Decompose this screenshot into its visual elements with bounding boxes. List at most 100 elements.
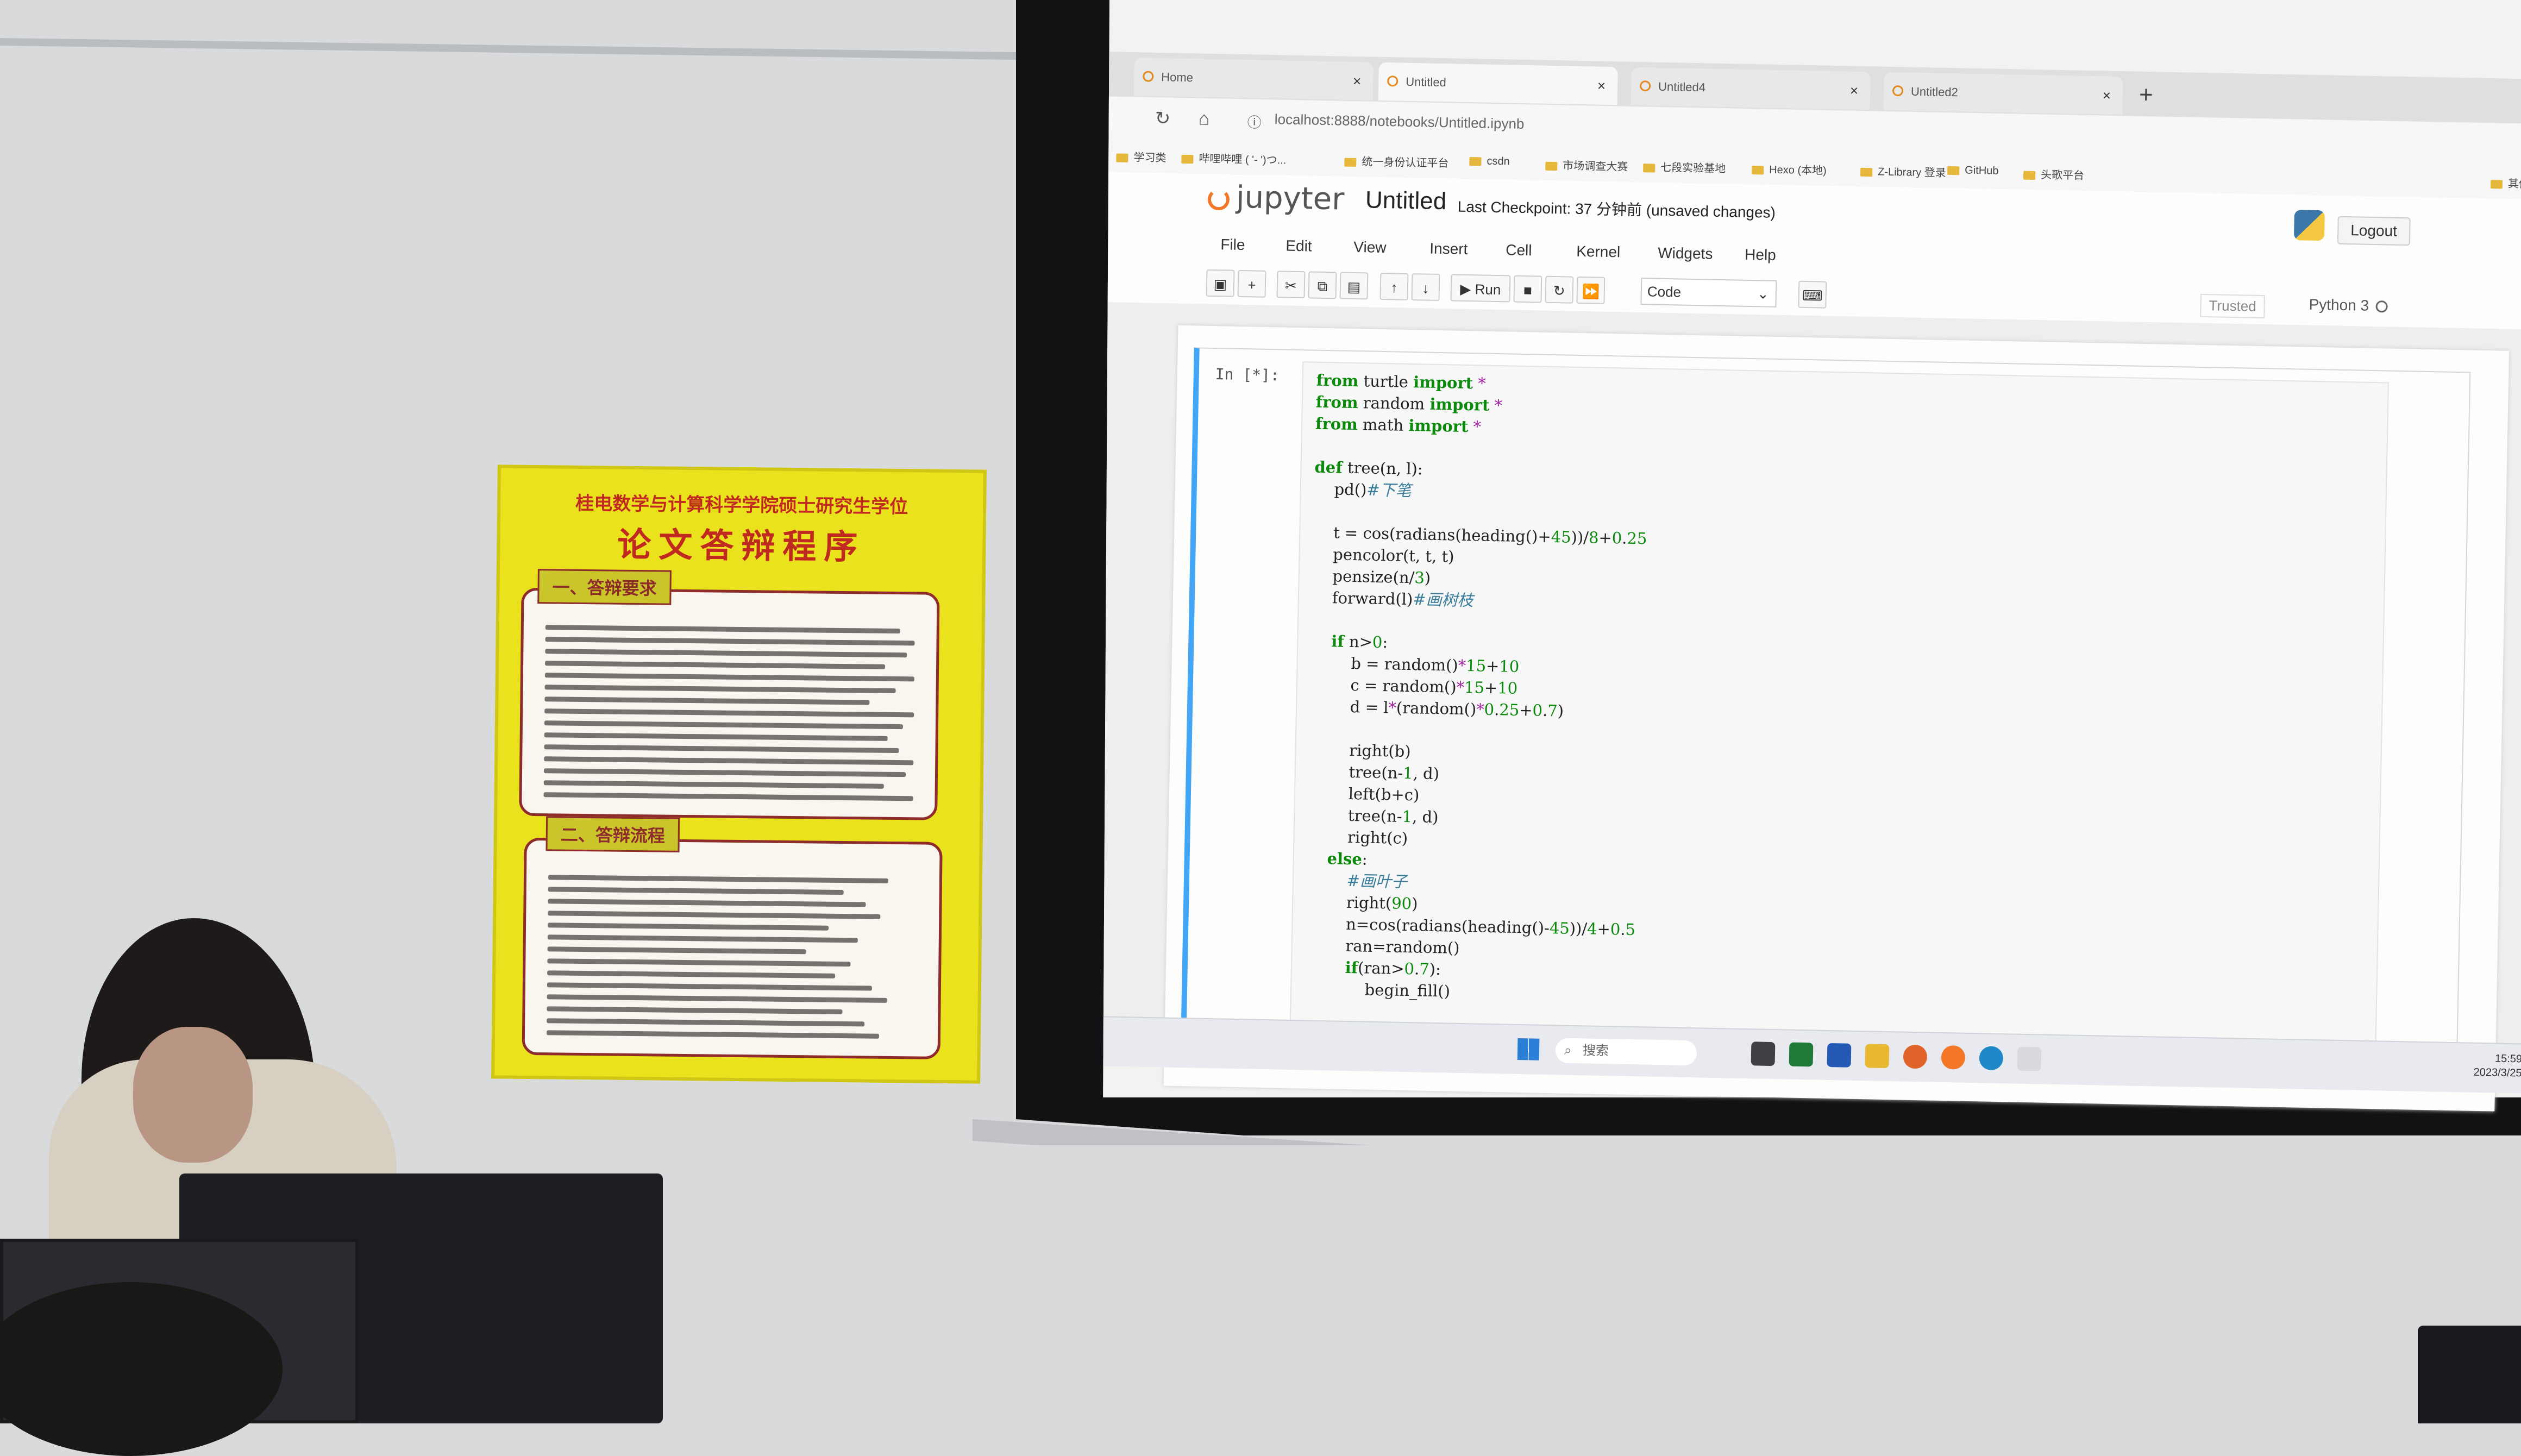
tab-home[interactable]: Home × [1133, 58, 1374, 101]
taskbar-search[interactable]: ⌕ 搜索 [1555, 1038, 1697, 1066]
browser-icon[interactable] [1903, 1044, 1928, 1069]
classroom-scene: 桂电数学与计算科学学院硕士研究生学位 论文答辩程序 一、答辩要求 二、答辩流程 … [0, 0, 2521, 1456]
poster-text-line [547, 970, 836, 978]
bookmark-label: 学习类 [1133, 152, 1167, 165]
bookmark-item[interactable]: 统一身份认证平台 [1344, 153, 1449, 171]
excel-icon[interactable] [1789, 1042, 1814, 1067]
keyboard-icon[interactable]: ⌨ [1798, 280, 1827, 309]
bookmark-item[interactable]: Z-Library 登录 [1860, 162, 1946, 180]
bookmark-item[interactable]: 市场调查大赛 [1545, 156, 1628, 174]
tab-untitled[interactable]: Untitled × [1378, 62, 1618, 105]
word-icon[interactable] [1827, 1043, 1852, 1068]
bookmark-item[interactable]: 其他收藏 [2490, 174, 2521, 191]
poster-text-line [543, 768, 906, 777]
cell-type-select[interactable]: Code ⌄ [1640, 278, 1777, 307]
trusted-badge[interactable]: Trusted [2200, 293, 2266, 319]
menu-help[interactable]: Help [1745, 246, 1776, 264]
poster-text-line [548, 887, 844, 895]
close-icon[interactable]: × [1597, 67, 1606, 105]
move-up-icon[interactable]: ↑ [1379, 272, 1409, 300]
poster-text-line [543, 780, 884, 789]
menu-insert[interactable]: Insert [1429, 240, 1468, 258]
info-icon[interactable]: ⓘ [1247, 111, 1262, 131]
menu-kernel[interactable]: Kernel [1576, 243, 1621, 261]
tab-untitled4[interactable]: Untitled4 × [1631, 67, 1871, 110]
close-icon[interactable]: × [1849, 71, 1859, 109]
bookmark-label: 头歌平台 [2040, 169, 2085, 182]
close-icon[interactable]: × [2102, 76, 2111, 114]
close-icon[interactable]: × [1352, 62, 1362, 100]
cut-icon[interactable]: ✂ [1276, 271, 1306, 299]
desk-monitor-right [2418, 1326, 2521, 1423]
bookmark-item[interactable]: 哔哩哔哩 ( '- ')つ... [1181, 149, 1287, 167]
folder-icon [1181, 154, 1194, 164]
poster-text-line [544, 732, 888, 741]
projected-screen: Home × Untitled × Untitled4 × Untitled2 … [1103, 0, 2521, 1112]
notebook-title[interactable]: Untitled [1365, 186, 1447, 215]
tab-label: Untitled2 [1910, 84, 1959, 99]
bookmark-item[interactable]: Hexo (本地) [1752, 160, 1827, 178]
folder-icon [2490, 179, 2503, 189]
folder-icon [2023, 171, 2036, 180]
bookmark-label: 七段实验基地 [1660, 161, 1726, 175]
add-cell-icon[interactable]: + [1237, 269, 1266, 298]
folder-icon[interactable] [1865, 1044, 1890, 1069]
menu-file[interactable]: File [1220, 236, 1245, 254]
bookmark-label: 其他收藏 [2507, 178, 2521, 191]
fast-forward-icon[interactable]: ⏩ [1576, 276, 1606, 304]
poster-text-line [548, 875, 888, 883]
code-editor[interactable]: from turtle import * from random import *… [1289, 361, 2389, 1062]
logout-button[interactable]: Logout [2337, 216, 2411, 246]
folder-icon [1545, 161, 1558, 171]
menu-edit[interactable]: Edit [1285, 237, 1312, 255]
clock-date: 2023/3/25 [2473, 1066, 2521, 1080]
windows-start-icon[interactable] [1517, 1038, 1540, 1060]
run-label: Run [1475, 281, 1501, 298]
cell-prompt: In [*]: [1215, 365, 1280, 385]
poster-section-process: 二、答辩流程 [545, 816, 680, 852]
copy-icon[interactable]: ⧉ [1308, 271, 1337, 299]
poster-text-line [548, 922, 829, 931]
bookmark-item[interactable]: 头歌平台 [2023, 166, 2085, 183]
notebook-area: In [*]: from turtle import * from random … [1103, 302, 2521, 1112]
poster-text-line [544, 744, 899, 754]
file-icon[interactable] [1751, 1041, 1776, 1066]
menu-widgets[interactable]: Widgets [1658, 244, 1713, 263]
stop-icon[interactable]: ■ [1513, 275, 1542, 303]
paste-icon[interactable]: ▤ [1339, 272, 1369, 300]
edge-icon[interactable] [1979, 1046, 2004, 1071]
folder-icon [1344, 158, 1357, 167]
bookmark-label: csdn [1487, 155, 1510, 168]
tab-label: Untitled [1405, 74, 1447, 90]
document-icon[interactable] [2017, 1046, 2042, 1071]
tab-untitled2[interactable]: Untitled2 × [1883, 72, 2123, 115]
poster-requirements-text [543, 618, 915, 801]
bookmark-label: 市场调查大赛 [1563, 160, 1628, 173]
jupyter-tab-icon [1892, 85, 1904, 97]
save-icon[interactable]: ▣ [1206, 269, 1235, 297]
jupyter-icon[interactable] [1941, 1045, 1966, 1070]
folder-icon [1752, 165, 1764, 175]
menu-view[interactable]: View [1353, 239, 1387, 256]
bookmark-item[interactable]: 七段实验基地 [1643, 158, 1726, 175]
poster-process-box [522, 837, 943, 1059]
code-cell[interactable]: In [*]: from turtle import * from random … [1180, 347, 2471, 1078]
poster-text-line [545, 649, 907, 658]
run-button[interactable]: ▶ Run [1450, 274, 1511, 303]
url-field[interactable]: localhost:8888/notebooks/Untitled.ipynb [1275, 111, 1525, 133]
restart-icon[interactable]: ↻ [1545, 275, 1574, 304]
python-logo-icon [2293, 210, 2325, 241]
poster-process-text [546, 868, 918, 1040]
new-tab-button[interactable]: + [2139, 81, 2154, 109]
reload-icon[interactable]: ↻ [1155, 108, 1170, 130]
menu-cell[interactable]: Cell [1506, 241, 1532, 259]
home-icon[interactable]: ⌂ [1198, 108, 1209, 129]
jupyter-tab-icon [1143, 71, 1154, 82]
jupyter-logo[interactable]: jupyter [1207, 179, 1345, 217]
bookmark-item[interactable]: GitHub [1947, 164, 1999, 178]
bookmark-item[interactable]: 学习类 [1116, 148, 1167, 165]
kernel-status-icon [2375, 300, 2388, 313]
move-down-icon[interactable]: ↓ [1411, 273, 1440, 301]
bookmark-item[interactable]: csdn [1469, 155, 1510, 168]
bookmark-label: GitHub [1965, 164, 1999, 177]
